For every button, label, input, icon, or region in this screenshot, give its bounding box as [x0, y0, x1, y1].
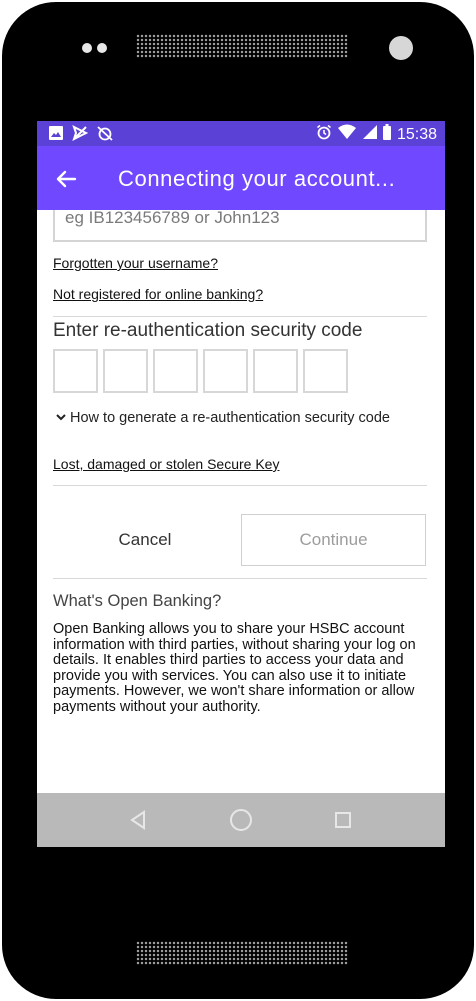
page-title: Connecting your account...: [118, 166, 396, 191]
code-digit-input[interactable]: [153, 349, 198, 393]
recents-square-icon: [335, 812, 351, 828]
nav-home-button[interactable]: [228, 807, 254, 833]
code-digit-input[interactable]: [253, 349, 298, 393]
front-camera: [389, 36, 413, 60]
open-banking-heading: What's Open Banking?: [53, 592, 222, 610]
code-digit-input[interactable]: [203, 349, 248, 393]
code-digit-input[interactable]: [103, 349, 148, 393]
code-digit-input[interactable]: [303, 349, 348, 393]
arrow-left-icon: [56, 170, 77, 188]
sensor-dots: [82, 43, 107, 53]
bottom-speaker: [136, 941, 348, 965]
how-to-generate-expander[interactable]: How to generate a re-authentication secu…: [55, 410, 427, 426]
username-input[interactable]: eg IB123456789 or John123: [53, 210, 427, 242]
divider: [53, 485, 427, 486]
divider: [53, 316, 427, 317]
back-button[interactable]: [51, 164, 81, 194]
screen: 15:38 Connecting your account... eg IB12…: [37, 121, 445, 847]
system-nav-bar: [37, 793, 445, 847]
continue-button[interactable]: Continue: [241, 514, 426, 566]
cell-signal-icon: [362, 124, 377, 145]
cancel-button[interactable]: Cancel: [53, 514, 237, 566]
alarm-off-icon: [97, 125, 113, 146]
code-digit-input[interactable]: [53, 349, 98, 393]
security-code-inputs: [53, 349, 348, 393]
open-banking-description: Open Banking allows you to share your HS…: [53, 621, 416, 715]
image-icon: [49, 126, 63, 145]
back-triangle-icon: [130, 810, 145, 830]
divider: [53, 578, 427, 579]
chevron-down-icon: [55, 411, 67, 427]
nav-back-button[interactable]: [126, 807, 152, 833]
send-off-icon: [72, 125, 89, 146]
home-circle-icon: [230, 809, 252, 831]
how-to-generate-label: How to generate a re-authentication secu…: [70, 410, 390, 426]
earpiece-speaker: [136, 34, 348, 58]
not-registered-link[interactable]: Not registered for online banking?: [53, 286, 263, 302]
security-code-label: Enter re-authentication security code: [53, 320, 363, 341]
battery-icon: [382, 124, 391, 145]
wifi-icon: [337, 124, 356, 145]
nav-recents-button[interactable]: [330, 807, 356, 833]
status-time: 15:38: [396, 125, 437, 143]
status-bar: 15:38: [37, 121, 445, 146]
app-bar: Connecting your account...: [37, 146, 445, 210]
lost-secure-key-link[interactable]: Lost, damaged or stolen Secure Key: [53, 456, 279, 472]
web-content[interactable]: eg IB123456789 or John123 Forgotten your…: [37, 210, 445, 793]
alarm-clock-icon: [316, 124, 332, 145]
forgot-username-link[interactable]: Forgotten your username?: [53, 255, 218, 271]
